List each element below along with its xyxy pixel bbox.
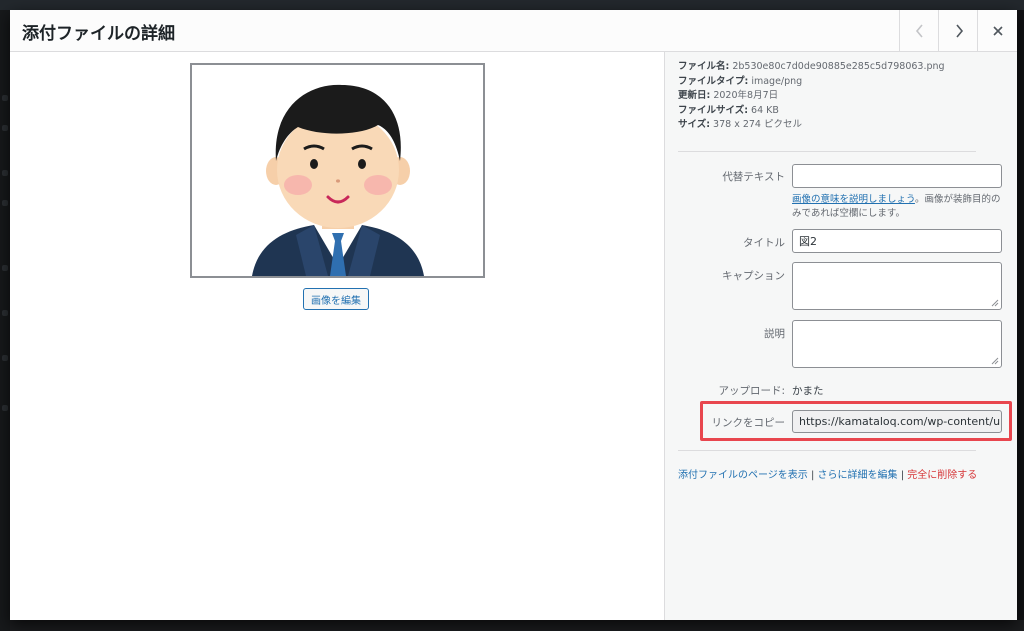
menu-icon bbox=[2, 95, 8, 101]
edit-more-details-link[interactable]: さらに詳細を編集 bbox=[818, 470, 898, 481]
dimensions-label: サイズ: bbox=[678, 119, 711, 131]
attachment-details-modal: 添付ファイルの詳細 画像を編集 ファイル名: 2b530e80c7d0de908… bbox=[10, 10, 1017, 620]
description-textarea[interactable] bbox=[792, 320, 1002, 368]
edit-image-button[interactable]: 画像を編集 bbox=[303, 288, 369, 310]
menu-icon bbox=[2, 125, 8, 131]
attachment-actions: 添付ファイルのページを表示 | さらに詳細を編集 | 完全に削除する bbox=[678, 466, 977, 481]
resize-handle-icon[interactable] bbox=[991, 299, 999, 307]
businessman-illustration bbox=[252, 84, 424, 276]
alt-text-help-link[interactable]: 画像の意味を説明しましょう bbox=[792, 194, 915, 205]
filename-label: ファイル名: bbox=[678, 61, 730, 72]
attachment-details-sidebar: ファイル名: 2b530e80c7d0de90885e285c5d798063.… bbox=[664, 52, 1017, 620]
menu-icon bbox=[2, 170, 8, 176]
uploaded-by-value: かまた bbox=[792, 385, 824, 397]
close-button[interactable] bbox=[977, 10, 1017, 51]
admin-sidebar bbox=[0, 10, 10, 631]
separator: | bbox=[897, 470, 908, 481]
chevron-left-icon bbox=[915, 23, 923, 38]
uploaded-by-label: アップロード: bbox=[718, 385, 785, 397]
caption-label: キャプション bbox=[722, 270, 785, 282]
modal-title: 添付ファイルの詳細 bbox=[22, 24, 175, 44]
menu-icon bbox=[2, 405, 8, 411]
uploaded-date-value: 2020年8月7日 bbox=[713, 90, 779, 102]
close-icon bbox=[992, 25, 1003, 36]
alt-text-help: 画像の意味を説明しましょう。画像が装飾目的のみであれば空欄にします。 bbox=[792, 193, 1007, 221]
filesize-label: ファイルサイズ: bbox=[678, 104, 749, 116]
filesize-value: 64 KB bbox=[751, 104, 779, 116]
delete-permanently-link[interactable]: 完全に削除する bbox=[907, 470, 977, 481]
description-label: 説明 bbox=[764, 328, 785, 340]
filename-value: 2b530e80c7d0de90885e285c5d798063.png bbox=[732, 61, 945, 72]
menu-icon bbox=[2, 355, 8, 361]
admin-bar bbox=[0, 0, 1024, 10]
caption-textarea[interactable] bbox=[792, 262, 1002, 310]
next-button[interactable] bbox=[938, 10, 978, 51]
filesize-row: ファイルサイズ: 64 KB bbox=[678, 104, 945, 119]
title-input[interactable]: 図2 bbox=[792, 229, 1002, 253]
image-preview-area: 画像を編集 bbox=[10, 52, 664, 620]
filetype-row: ファイルタイプ: image/png bbox=[678, 75, 945, 90]
alt-text-label: 代替テキスト bbox=[722, 171, 785, 183]
dimensions-value: 378 x 274 ピクセル bbox=[713, 119, 802, 131]
divider bbox=[678, 450, 976, 451]
chevron-right-icon bbox=[955, 23, 963, 38]
attachment-image bbox=[190, 63, 485, 278]
previous-button[interactable] bbox=[899, 10, 939, 51]
view-attachment-page-link[interactable]: 添付ファイルのページを表示 bbox=[678, 470, 808, 481]
uploaded-date-row: 更新日: 2020年8月7日 bbox=[678, 89, 945, 104]
title-label: タイトル bbox=[743, 237, 785, 249]
bottom-strip bbox=[10, 620, 1024, 631]
menu-icon bbox=[2, 200, 8, 206]
copy-link-input[interactable]: https://kamataloq.com/wp-content/uploa bbox=[792, 410, 1002, 433]
menu-icon bbox=[2, 310, 8, 316]
menu-icon bbox=[2, 265, 8, 271]
modal-header: 添付ファイルの詳細 bbox=[10, 10, 1017, 52]
filetype-value: image/png bbox=[751, 75, 803, 87]
filename-row: ファイル名: 2b530e80c7d0de90885e285c5d798063.… bbox=[678, 60, 945, 75]
separator: | bbox=[807, 470, 818, 481]
filetype-label: ファイルタイプ: bbox=[678, 75, 749, 87]
file-info: ファイル名: 2b530e80c7d0de90885e285c5d798063.… bbox=[678, 60, 945, 133]
resize-handle-icon[interactable] bbox=[991, 357, 999, 365]
dimensions-row: サイズ: 378 x 274 ピクセル bbox=[678, 118, 945, 133]
divider bbox=[678, 151, 976, 152]
uploaded-date-label: 更新日: bbox=[678, 90, 711, 102]
copy-link-label: リンクをコピー bbox=[711, 417, 786, 429]
alt-text-input[interactable] bbox=[792, 164, 1002, 188]
